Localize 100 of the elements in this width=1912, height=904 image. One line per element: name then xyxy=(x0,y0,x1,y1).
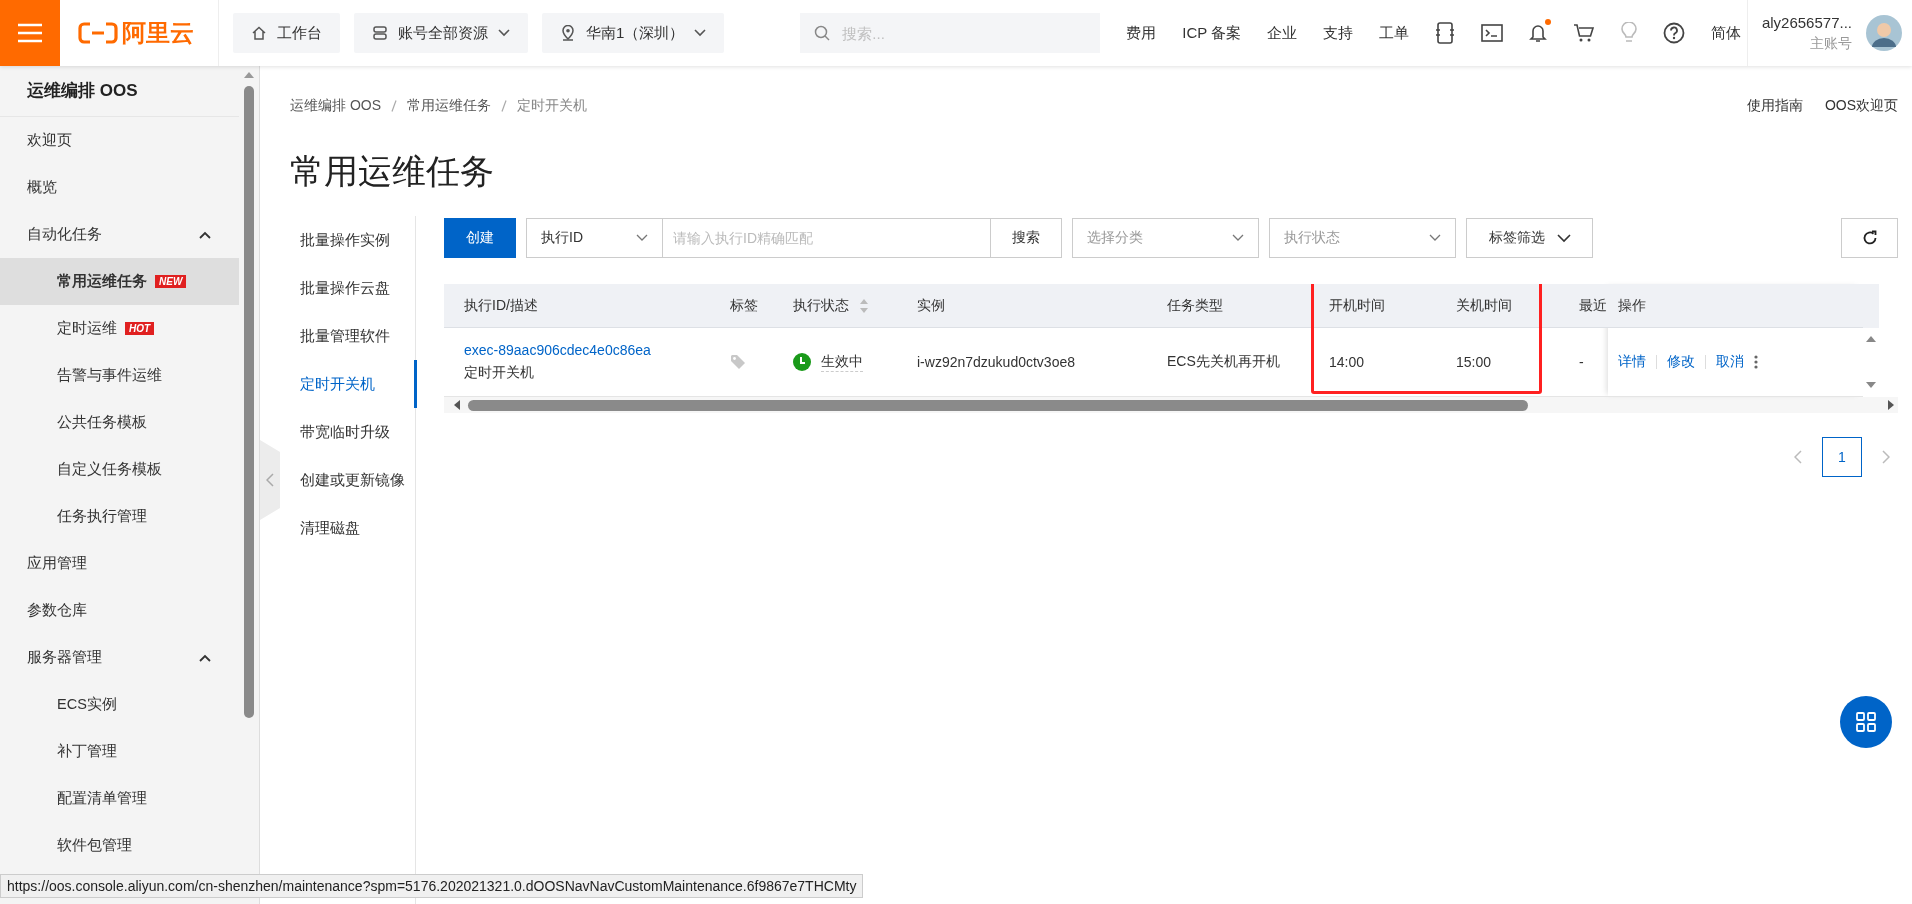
column-header: 任务类型 xyxy=(1167,296,1223,315)
table-cell: i-wz92n7dzukud0ctv3oe8 xyxy=(917,354,1075,370)
scroll-right-icon[interactable] xyxy=(1888,400,1894,410)
status-bar-url: https://oos.console.aliyun.com/cn-shenzhen/maintenance?spm=5176.202021321.0.dOOSNavNavCustomMaintenance.6f9867e7THCMty xyxy=(0,874,864,898)
top-link[interactable]: ICP 备案 xyxy=(1182,23,1242,43)
sidebar-item[interactable]: 参数仓库 xyxy=(0,587,240,634)
sidebar-item[interactable]: 任务执行管理 xyxy=(0,493,240,540)
sub-nav-tab[interactable]: 批量操作实例 xyxy=(300,216,415,264)
menu-button[interactable] xyxy=(0,0,60,66)
scrollbar-thumb[interactable] xyxy=(244,86,255,718)
column-header: 执行状态 xyxy=(793,296,849,315)
column-header: 开机时间 xyxy=(1329,296,1385,315)
column-header: 执行ID/描述 xyxy=(464,296,538,315)
header-link[interactable]: 使用指南 xyxy=(1746,97,1803,115)
tag-filter-button[interactable]: 标签筛选 xyxy=(1466,218,1593,258)
avatar-icon[interactable] xyxy=(1866,15,1902,51)
column-header: 关机时间 xyxy=(1456,296,1512,315)
sidebar-item[interactable]: ECS实例 xyxy=(0,681,240,728)
sidebar-item[interactable]: 补丁管理 xyxy=(0,728,240,775)
home-icon xyxy=(251,25,267,41)
sidebar-item[interactable]: 服务器管理 xyxy=(0,634,240,681)
status-text[interactable]: 生效中 xyxy=(821,352,863,372)
sub-nav-tab[interactable]: 批量操作云盘 xyxy=(300,264,415,312)
top-link[interactable]: 企业 xyxy=(1267,23,1298,43)
logo-icon xyxy=(78,22,118,44)
nav-button[interactable]: 账号全部资源 xyxy=(354,13,528,53)
action-link[interactable]: 修改 xyxy=(1667,353,1695,371)
chevron-down-icon xyxy=(1556,233,1571,243)
scroll-up-icon[interactable] xyxy=(1866,336,1876,342)
previous-page-icon[interactable] xyxy=(1794,450,1802,464)
execution-id-link[interactable]: exec-89aac906cdec4e0c86ea xyxy=(464,342,651,358)
bell-icon[interactable] xyxy=(1529,23,1548,43)
sidebar-item[interactable]: 公共任务模板 xyxy=(0,399,240,446)
sidebar-item[interactable]: 概览 xyxy=(0,164,240,211)
phone-app-icon[interactable] xyxy=(1435,22,1456,44)
scroll-left-icon[interactable] xyxy=(454,400,460,410)
search-button[interactable]: 搜索 xyxy=(991,218,1062,258)
sidebar-title: 运维编排 OOS xyxy=(0,66,240,117)
top-link[interactable]: 支持 xyxy=(1323,23,1354,43)
sidebar-item[interactable]: 欢迎页 xyxy=(0,117,240,164)
sidebar-item[interactable]: 定时运维 HOT xyxy=(0,305,240,352)
next-page-icon[interactable] xyxy=(1882,450,1890,464)
sub-nav-tab[interactable]: 带宽临时升级 xyxy=(300,408,415,456)
breadcrumb-link[interactable]: 定时开关机 xyxy=(517,97,587,115)
clock-icon xyxy=(793,353,811,371)
account-role: 主账号 xyxy=(1810,34,1852,53)
sub-nav-tab[interactable]: 定时开关机 xyxy=(300,360,417,408)
column-header: 最近 xyxy=(1579,296,1607,315)
terminal-icon[interactable] xyxy=(1481,24,1504,42)
lightbulb-icon[interactable] xyxy=(1621,22,1638,44)
column-header: 操作 xyxy=(1618,296,1646,315)
sidebar-item[interactable]: 应用管理 xyxy=(0,540,240,587)
sub-nav-tab[interactable]: 创建或更新镜像 xyxy=(300,456,415,504)
cart-icon[interactable] xyxy=(1573,23,1596,43)
more-icon[interactable] xyxy=(1754,355,1758,369)
top-link[interactable]: 费用 xyxy=(1126,23,1157,43)
scroll-up-icon[interactable] xyxy=(244,72,255,78)
action-link[interactable]: 取消 xyxy=(1716,353,1744,371)
header-link[interactable]: OOS欢迎页 xyxy=(1824,97,1898,115)
sidebar-item[interactable]: 自动化任务 xyxy=(0,211,240,258)
nav-button[interactable]: 华南1（深圳） xyxy=(542,13,725,53)
sidebar-item[interactable]: 软件包管理 xyxy=(0,822,240,869)
help-icon[interactable] xyxy=(1663,22,1686,44)
apps-button[interactable] xyxy=(1840,696,1892,748)
action-link[interactable]: 详情 xyxy=(1618,353,1646,371)
page-button[interactable]: 1 xyxy=(1822,437,1862,477)
create-button[interactable]: 创建 xyxy=(444,218,516,258)
scrollbar-thumb[interactable] xyxy=(468,399,1528,411)
stack-icon xyxy=(372,25,388,41)
breadcrumb-separator-icon xyxy=(501,100,507,112)
sidebar-item[interactable]: 告警与事件运维 xyxy=(0,352,240,399)
breadcrumb-link[interactable]: 常用运维任务 xyxy=(407,97,491,115)
sub-nav-tab[interactable]: 清理磁盘 xyxy=(300,504,415,552)
table-cell: - xyxy=(1579,354,1584,370)
sidebar-item[interactable]: 自定义任务模板 xyxy=(0,446,240,493)
table-cell: 15:00 xyxy=(1456,354,1492,370)
page-title: 常用运维任务 xyxy=(290,151,495,192)
table-cell-text: 定时开关机 xyxy=(464,364,535,382)
sidebar-item[interactable]: 配置清单管理 xyxy=(0,775,240,822)
scroll-down-icon[interactable] xyxy=(1866,382,1876,388)
top-link[interactable]: 工单 xyxy=(1379,23,1410,43)
chevron-down-icon xyxy=(636,234,648,242)
table-cell: 14:00 xyxy=(1329,354,1365,370)
refresh-button[interactable] xyxy=(1841,218,1898,258)
nav-button[interactable]: 工作台 xyxy=(233,13,340,53)
location-icon xyxy=(560,25,576,41)
account-name[interactable]: aly2656577... xyxy=(1761,13,1852,31)
language-link[interactable]: 简体 xyxy=(1711,23,1742,43)
breadcrumb-link[interactable]: 运维编排 OOS xyxy=(290,97,381,115)
table-cell: ECS先关机再开机 xyxy=(1167,353,1280,371)
search-input[interactable]: 请输入执行ID精确匹配 xyxy=(663,218,991,258)
menu-icon xyxy=(17,23,43,43)
sidebar-item[interactable]: 常用运维任务 NEW xyxy=(0,258,240,305)
sub-nav-tab[interactable]: 批量管理软件 xyxy=(300,312,415,360)
grid-icon xyxy=(1856,712,1876,732)
chevron-left-icon xyxy=(266,473,274,487)
column-header: 实例 xyxy=(917,296,945,315)
id-select[interactable]: 执行ID xyxy=(526,218,663,258)
chevron-down-icon xyxy=(1429,234,1441,242)
refresh-icon xyxy=(1861,230,1878,246)
